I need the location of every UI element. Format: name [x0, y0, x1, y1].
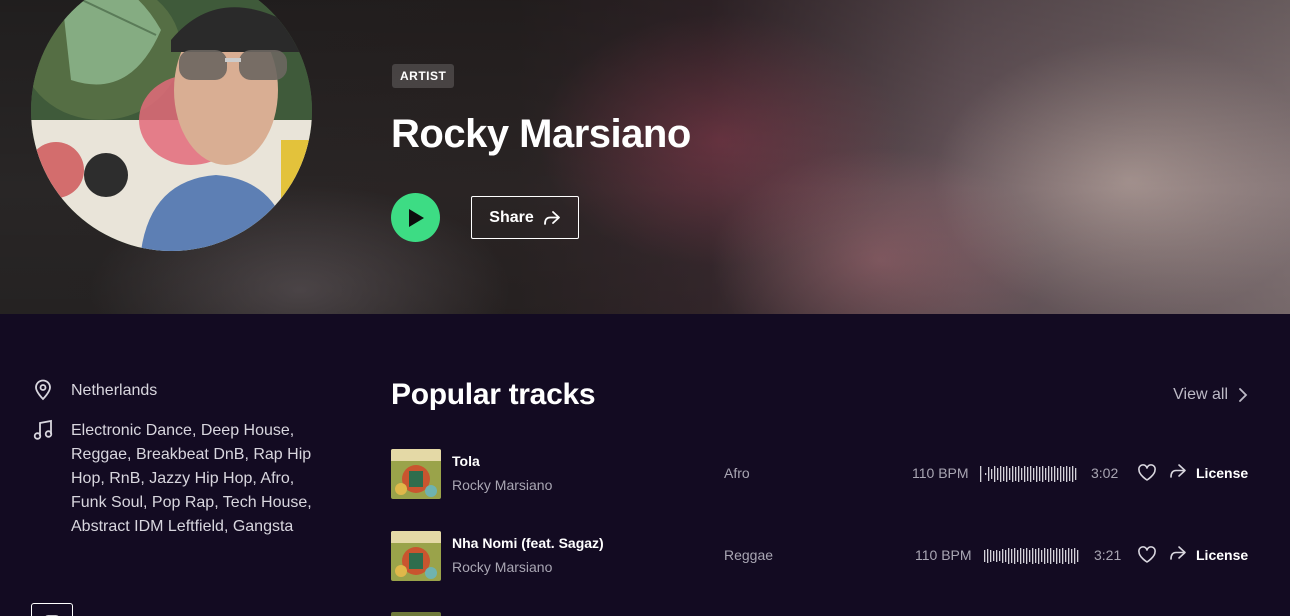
share-arrow-icon[interactable]	[1169, 462, 1187, 480]
artist-name-heading: Rocky Marsiano	[391, 112, 691, 156]
map-pin-icon	[35, 379, 51, 401]
play-icon	[408, 208, 424, 227]
track-row[interactable]: Tola Rocky Marsiano Afro 110 BPM 3:02 Li…	[391, 449, 1251, 499]
share-arrow-icon	[543, 210, 560, 225]
artist-location-row: Netherlands	[32, 379, 326, 403]
track-row[interactable]: Nha Nomi (feat. Sagaz) Rocky Marsiano Re…	[391, 531, 1251, 581]
heart-icon[interactable]	[1137, 545, 1157, 565]
license-button[interactable]: License	[1196, 465, 1248, 481]
track-waveform[interactable]	[979, 463, 1079, 485]
track-bpm: 110 BPM	[912, 465, 969, 481]
view-all-label: View all	[1173, 386, 1228, 403]
track-genre: Afro	[724, 465, 750, 481]
popular-tracks-heading: Popular tracks	[391, 378, 596, 411]
track-cover-art[interactable]	[391, 449, 441, 499]
track-artist[interactable]: Rocky Marsiano	[452, 477, 552, 493]
license-button[interactable]: License	[1196, 547, 1248, 563]
track-artist[interactable]: Rocky Marsiano	[452, 559, 552, 575]
track-title[interactable]: Nha Nomi (feat. Sagaz)	[452, 535, 604, 551]
share-button-label: Share	[489, 208, 534, 226]
instagram-link-button[interactable]	[31, 603, 73, 616]
track-bpm: 110 BPM	[915, 547, 972, 563]
track-duration: 3:02	[1091, 465, 1119, 481]
view-all-tracks-link[interactable]: View all	[1173, 386, 1248, 404]
artist-type-badge: ARTIST	[392, 64, 455, 88]
track-waveform[interactable]	[983, 545, 1083, 567]
track-duration: 3:21	[1094, 547, 1122, 563]
artist-location: Netherlands	[71, 382, 158, 399]
music-note-icon	[33, 419, 53, 440]
track-cover-art[interactable]	[391, 612, 441, 616]
artist-genres-list: Electronic Dance, Deep House, Reggae, Br…	[71, 422, 312, 535]
chevron-right-icon	[1239, 388, 1248, 402]
track-title[interactable]: Tola	[452, 453, 480, 469]
share-arrow-icon[interactable]	[1169, 544, 1187, 562]
share-artist-button[interactable]: Share	[471, 196, 579, 239]
heart-icon[interactable]	[1137, 463, 1157, 483]
play-artist-button[interactable]	[391, 193, 440, 242]
track-genre: Reggae	[724, 547, 774, 563]
artist-genres-row: Electronic Dance, Deep House, Reggae, Br…	[32, 419, 326, 539]
track-cover-art[interactable]	[391, 531, 441, 581]
